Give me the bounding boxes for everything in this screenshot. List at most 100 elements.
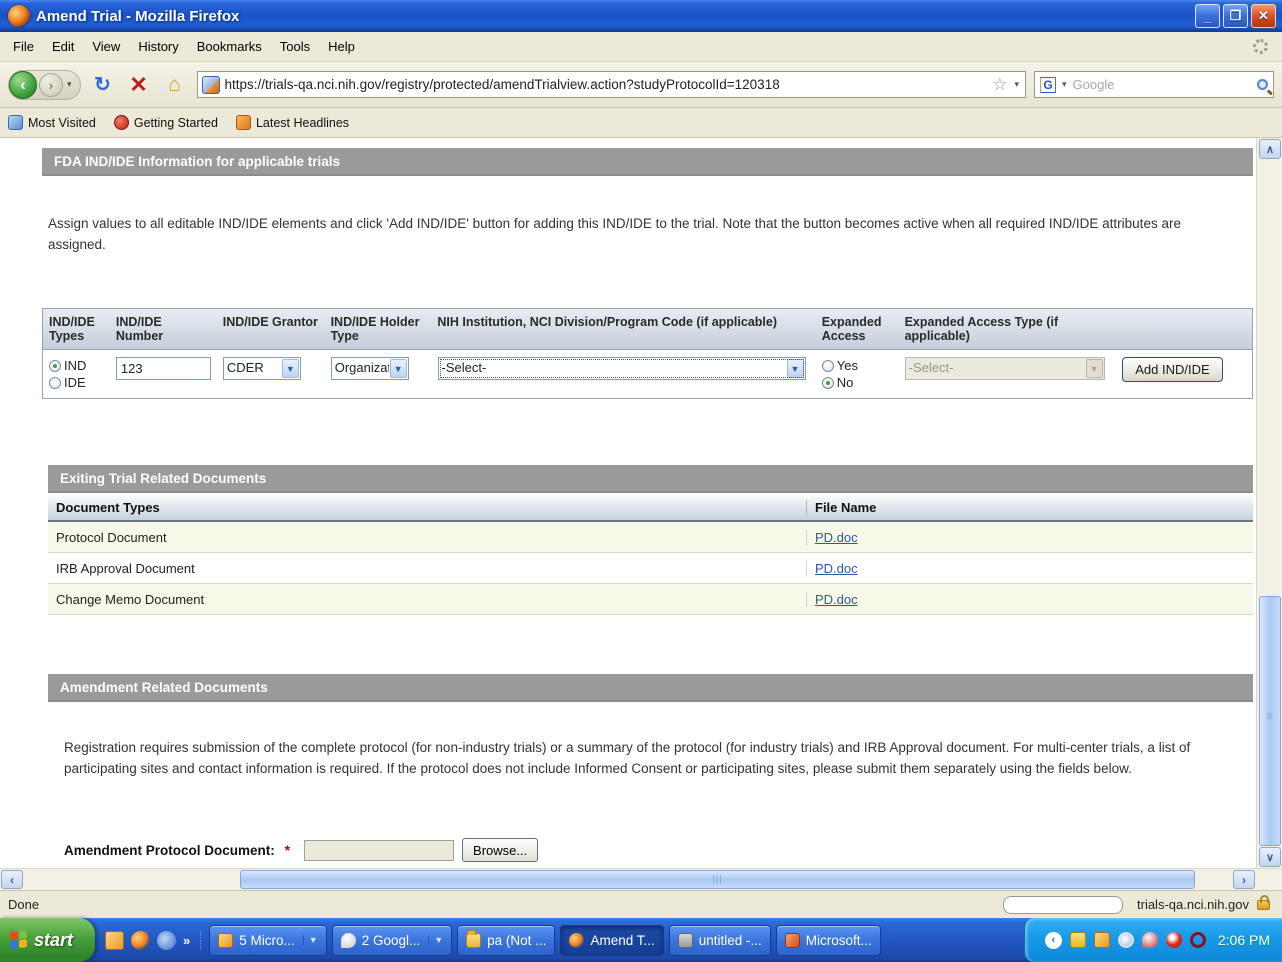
taskbar-button-amend-trial[interactable]: Amend T... [560,925,663,956]
tray-search-icon[interactable] [1118,932,1134,948]
vertical-scrollbar[interactable]: ∧ ∨ [1256,138,1282,868]
menu-history[interactable]: History [129,34,187,59]
taskbar-button-untitled[interactable]: untitled -... [669,925,771,956]
powerpoint-icon [785,933,800,948]
search-engine-dropdown-icon[interactable]: ▾ [1060,79,1069,90]
history-dropdown-icon[interactable]: ▾ [65,79,74,90]
lock-icon[interactable] [1257,900,1270,910]
chevron-down-icon[interactable]: ▼ [428,935,443,945]
tray-misc-icon[interactable] [1190,932,1206,948]
holder-type-select[interactable]: Organizat ▼ [331,357,409,380]
menu-view[interactable]: View [83,34,129,59]
grantor-select[interactable]: CDER ▼ [223,357,301,380]
chat-bubble-icon [341,933,356,948]
document-type-cell: Protocol Document [48,530,806,545]
rss-icon [236,115,251,130]
chevron-down-icon[interactable]: ▼ [303,935,318,945]
scroll-down-icon[interactable]: ∨ [1259,847,1281,867]
minimize-button[interactable]: _ [1195,4,1220,28]
file-link[interactable]: PD.doc [815,592,858,607]
page-content: FDA IND/IDE Information for applicable t… [0,138,1256,868]
taskbar-button-google-group[interactable]: 2 Googl... ▼ [332,925,452,956]
file-link[interactable]: PD.doc [815,530,858,545]
scroll-left-icon[interactable]: ‹ [1,870,23,889]
document-type-cell: Change Memo Document [48,592,806,607]
amendment-protocol-file-input[interactable] [304,840,454,861]
stop-button[interactable]: ✕ [125,72,153,98]
radio-ind-icon[interactable] [49,360,61,372]
quick-launch-overflow-icon[interactable]: » [183,933,190,948]
bookmark-star-icon[interactable]: ☆ [992,75,1007,95]
tray-collapse-icon[interactable]: ‹ [1045,932,1062,949]
col-header-expanded-access: Expanded Access [816,309,899,349]
vertical-scroll-thumb[interactable] [1259,596,1281,846]
taskbar-button-microsoft[interactable]: Microsoft... [776,925,881,956]
add-ind-ide-button[interactable]: Add IND/IDE [1122,357,1222,382]
search-input[interactable] [1073,77,1253,92]
url-bar[interactable]: ☆ ▾ [197,71,1026,98]
expanded-access-type-select: -Select- ▼ [905,357,1105,380]
restore-button[interactable]: ❐ [1223,4,1248,28]
firefox-app-icon [8,5,30,27]
horizontal-scroll-thumb[interactable]: ||| [240,870,1195,889]
taskbar-clock[interactable]: 2:06 PM [1218,932,1270,948]
title-bar: Amend Trial - Mozilla Firefox _ ❐ ✕ [0,0,1282,32]
firefox-icon [569,933,584,948]
bookmark-latest-headlines[interactable]: Latest Headlines [236,115,349,130]
col-header-grantor: IND/IDE Grantor [217,309,325,349]
radio-expanded-access-yes[interactable]: Yes [822,357,893,374]
chevron-down-icon[interactable]: ▼ [390,359,407,378]
radio-no-icon[interactable] [822,377,834,389]
url-dropdown-icon[interactable]: ▾ [1012,79,1021,90]
nih-institution-select[interactable]: -Select- ▼ [438,357,806,380]
url-input[interactable] [225,77,988,92]
radio-ide[interactable]: IDE [49,374,104,391]
ind-ide-number-input[interactable] [116,357,211,380]
col-header-types: IND/IDE Types [43,309,110,349]
status-text: Done [8,897,39,912]
back-button[interactable]: ‹ [9,71,37,99]
google-engine-icon[interactable]: G [1040,77,1056,93]
quick-launch-browser-icon[interactable] [157,931,176,950]
forward-button[interactable]: › [39,73,63,97]
scroll-right-icon[interactable]: › [1233,870,1255,889]
taskbar-button-microsoft-group[interactable]: 5 Micro... ▼ [209,925,326,956]
home-button[interactable]: ⌂ [161,73,189,97]
radio-ind[interactable]: IND [49,357,104,374]
quick-launch-firefox-icon[interactable] [131,931,150,950]
menu-bar: File Edit View History Bookmarks Tools H… [0,32,1282,62]
chevron-down-icon[interactable]: ▼ [282,359,299,378]
search-bar[interactable]: G ▾ [1034,71,1274,98]
start-button[interactable]: start [0,918,95,962]
menu-bookmarks[interactable]: Bookmarks [188,34,271,59]
radio-expanded-access-no[interactable]: No [822,374,893,391]
quick-launch-outlook-icon[interactable] [105,931,124,950]
browse-button[interactable]: Browse... [462,838,538,862]
paint-icon [678,933,693,948]
menu-file[interactable]: File [4,34,43,59]
task-button-area: 5 Micro... ▼ 2 Googl... ▼ pa (Not ... Am… [201,925,1024,956]
tray-reminder-icon[interactable] [1094,932,1110,948]
file-link[interactable]: PD.doc [815,561,858,576]
bookmark-getting-started[interactable]: Getting Started [114,115,218,130]
tray-mail-icon[interactable] [1070,932,1086,948]
menu-edit[interactable]: Edit [43,34,83,59]
tray-antivirus-icon[interactable] [1166,932,1182,948]
chevron-down-icon[interactable]: ▼ [787,359,804,378]
menu-help[interactable]: Help [319,34,364,59]
folder-icon [466,933,481,948]
taskbar: start » 5 Micro... ▼ 2 Googl... ▼ pa (No… [0,918,1282,962]
tray-messenger-icon[interactable] [1142,932,1158,948]
close-button[interactable]: ✕ [1251,4,1276,28]
radio-yes-icon[interactable] [822,360,834,372]
scroll-up-icon[interactable]: ∧ [1259,139,1281,159]
radio-ide-icon[interactable] [49,377,61,389]
reload-button[interactable]: ↻ [89,72,117,97]
bookmark-most-visited[interactable]: Most Visited [8,115,96,130]
outlook-icon [218,933,233,948]
status-progress-panel [1003,896,1123,914]
taskbar-button-folder[interactable]: pa (Not ... [457,925,555,956]
search-go-icon[interactable] [1257,79,1268,90]
horizontal-scrollbar[interactable]: ‹ ||| › [0,868,1282,890]
menu-tools[interactable]: Tools [271,34,319,59]
